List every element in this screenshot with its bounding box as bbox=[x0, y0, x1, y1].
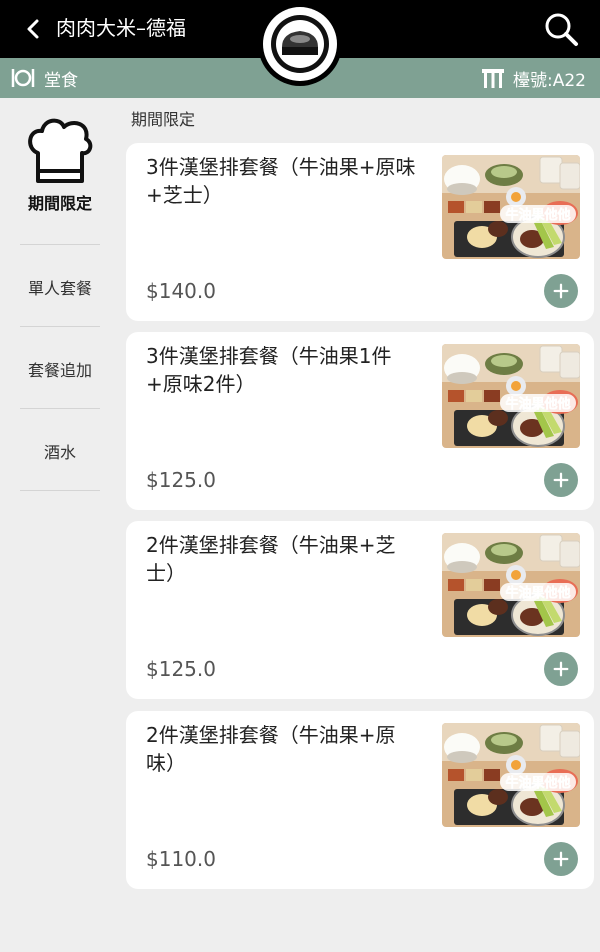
brand-logo bbox=[258, 2, 342, 86]
divider bbox=[20, 326, 100, 327]
add-to-cart-button[interactable] bbox=[544, 842, 578, 876]
product-name: 3件漢堡排套餐（牛油果+原味+芝士） bbox=[146, 155, 416, 207]
product-price: $125.0 bbox=[146, 657, 216, 681]
product-price: $140.0 bbox=[146, 279, 216, 303]
logo-icon bbox=[271, 15, 329, 73]
food-photo-icon: 牛油果他他 bbox=[442, 344, 580, 448]
store-name: 肉肉大米–德福 bbox=[56, 16, 186, 40]
product-price: $110.0 bbox=[146, 847, 216, 871]
sidebar-item-single-set[interactable]: 單人套餐 bbox=[0, 275, 120, 299]
dine-in-indicator: 堂食 bbox=[10, 64, 78, 92]
search-icon bbox=[545, 13, 578, 46]
image-badge-text: 牛油果他他 bbox=[505, 207, 570, 223]
add-icon bbox=[553, 661, 569, 677]
chef-hat-icon bbox=[28, 118, 93, 183]
back-icon bbox=[27, 19, 39, 39]
image-badge-text: 牛油果他他 bbox=[505, 775, 570, 791]
table-label: 檯號:A22 bbox=[513, 70, 586, 91]
add-icon bbox=[553, 472, 569, 488]
product-image: 牛油果他他 bbox=[442, 155, 580, 259]
add-to-cart-button[interactable] bbox=[544, 463, 578, 497]
product-image: 牛油果他他 bbox=[442, 723, 580, 827]
add-icon bbox=[553, 283, 569, 299]
back-button[interactable] bbox=[18, 14, 48, 44]
product-image: 牛油果他他 bbox=[442, 344, 580, 448]
table-number-indicator: 檯號:A22 bbox=[481, 64, 586, 92]
product-price: $125.0 bbox=[146, 468, 216, 492]
product-card[interactable]: 3件漢堡排套餐（牛油果1件+原味2件） 牛油果他他 $125.0 bbox=[126, 332, 594, 510]
divider bbox=[20, 408, 100, 409]
add-to-cart-button[interactable] bbox=[544, 652, 578, 686]
sidebar-item-limited-time[interactable]: 期間限定 bbox=[0, 190, 120, 214]
product-card[interactable]: 3件漢堡排套餐（牛油果+原味+芝士） 牛油果他他 $140.0 bbox=[126, 143, 594, 321]
table-icon bbox=[482, 69, 504, 88]
add-icon bbox=[553, 851, 569, 867]
section-title: 期間限定 bbox=[131, 110, 196, 129]
image-badge-text: 牛油果他他 bbox=[505, 585, 570, 601]
sidebar-item-drinks[interactable]: 酒水 bbox=[0, 439, 120, 463]
product-name: 2件漢堡排套餐（牛油果+原味） bbox=[146, 723, 396, 775]
search-button[interactable] bbox=[542, 10, 580, 48]
food-photo-icon: 牛油果他他 bbox=[442, 723, 580, 827]
product-name: 2件漢堡排套餐（牛油果+芝士） bbox=[146, 533, 396, 585]
category-sidebar bbox=[0, 98, 120, 952]
divider bbox=[20, 490, 100, 491]
sidebar-item-set-add-on[interactable]: 套餐追加 bbox=[0, 357, 120, 381]
product-card[interactable]: 2件漢堡排套餐（牛油果+原味） 牛油果他他 $110.0 bbox=[126, 711, 594, 889]
dine-label: 堂食 bbox=[44, 70, 78, 91]
divider bbox=[20, 244, 100, 245]
product-image: 牛油果他他 bbox=[442, 533, 580, 637]
food-photo-icon: 牛油果他他 bbox=[442, 155, 580, 259]
image-badge-text: 牛油果他他 bbox=[505, 396, 570, 412]
add-to-cart-button[interactable] bbox=[544, 274, 578, 308]
product-name: 3件漢堡排套餐（牛油果1件+原味2件） bbox=[146, 344, 392, 396]
food-photo-icon: 牛油果他他 bbox=[442, 533, 580, 637]
dining-icon bbox=[11, 69, 35, 87]
product-card[interactable]: 2件漢堡排套餐（牛油果+芝士） 牛油果他他 $125.0 bbox=[126, 521, 594, 699]
